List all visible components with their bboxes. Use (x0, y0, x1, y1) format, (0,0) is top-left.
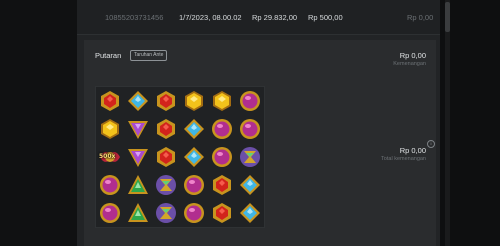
board-cell (152, 199, 180, 227)
board-cell (208, 143, 236, 171)
board-cell (208, 199, 236, 227)
board-cell (124, 143, 152, 171)
transaction-datetime: 1/7/2023, 08.00.02 (179, 13, 242, 22)
board-cell (180, 115, 208, 143)
board-cell (124, 199, 152, 227)
board-cell (124, 87, 152, 115)
total-win-amount: Rp 0,00 (399, 146, 426, 155)
yellow-hexagon-icon (213, 91, 231, 111)
board-cell (152, 115, 180, 143)
board-cell (96, 199, 124, 227)
purple-circle-icon (212, 119, 232, 139)
board-cell (208, 87, 236, 115)
purple-circle-icon (184, 175, 204, 195)
yellow-hexagon-icon (101, 119, 119, 139)
board-cell (152, 143, 180, 171)
board-cell (180, 171, 208, 199)
red-hexagon-icon (157, 147, 175, 167)
purple-circle-icon (184, 203, 204, 223)
board-cell (208, 171, 236, 199)
red-hexagon-icon (213, 203, 231, 223)
board-cell (236, 87, 264, 115)
blue-diamond-icon (128, 91, 148, 111)
blue-diamond-icon (240, 175, 260, 195)
transaction-balance: Rp 0,00 (407, 13, 434, 22)
blue-diamond-icon (184, 119, 204, 139)
slot-board: 500x (95, 86, 265, 228)
purple-triangle-icon (128, 121, 148, 139)
board-cell (236, 171, 264, 199)
board-cell (236, 199, 264, 227)
board-cell (180, 199, 208, 227)
round-label: Putaran (95, 51, 122, 60)
green-triangle-icon (128, 203, 148, 222)
transaction-bet: Rp 29.832,00 (252, 13, 298, 22)
green-hourglass-icon (156, 175, 176, 195)
board-cell (96, 87, 124, 115)
yellow-hexagon-icon (185, 91, 203, 111)
scrollbar-track[interactable] (445, 0, 450, 246)
board-cell (152, 171, 180, 199)
purple-circle-icon (100, 175, 120, 195)
scrollbar-thumb[interactable] (445, 2, 450, 32)
red-hexagon-icon (157, 91, 175, 111)
board-cell: 500x (96, 143, 124, 171)
purple-circle-icon (212, 147, 232, 167)
board-cell (124, 171, 152, 199)
info-icon[interactable]: i (427, 140, 435, 148)
board-cell (180, 87, 208, 115)
purple-triangle-icon (128, 149, 148, 167)
transaction-win: Rp 500,00 (308, 13, 343, 22)
red-hexagon-icon (213, 175, 231, 195)
board-cell (236, 143, 264, 171)
win-amount: Rp 0,00 (399, 51, 426, 60)
board-cell (236, 115, 264, 143)
red-hexagon-icon (157, 119, 175, 139)
board-cell (152, 87, 180, 115)
purple-circle-icon (100, 203, 120, 223)
history-row[interactable]: 10855203731456 1/7/2023, 08.00.02 Rp 29.… (77, 0, 440, 35)
win-label: Kemenangan (393, 61, 426, 67)
ante-bet-badge: Taruhan Ante (130, 50, 168, 61)
total-win-label: Total kemenangan (381, 156, 426, 162)
green-triangle-icon (128, 175, 148, 194)
board-cell (96, 171, 124, 199)
green-hourglass-icon (156, 203, 176, 223)
purple-circle-icon (240, 119, 260, 139)
multiplier-label: 500x (99, 153, 116, 160)
board-cell (208, 115, 236, 143)
green-hourglass-icon (240, 147, 260, 167)
blue-diamond-icon (240, 203, 260, 223)
board-cell (96, 115, 124, 143)
blue-diamond-icon (184, 147, 204, 167)
transaction-id: 10855203731456 (105, 13, 164, 22)
board-cell (124, 115, 152, 143)
purple-circle-icon (240, 91, 260, 111)
board-cell (180, 143, 208, 171)
left-backdrop (0, 0, 77, 246)
red-hexagon-icon (101, 91, 119, 111)
